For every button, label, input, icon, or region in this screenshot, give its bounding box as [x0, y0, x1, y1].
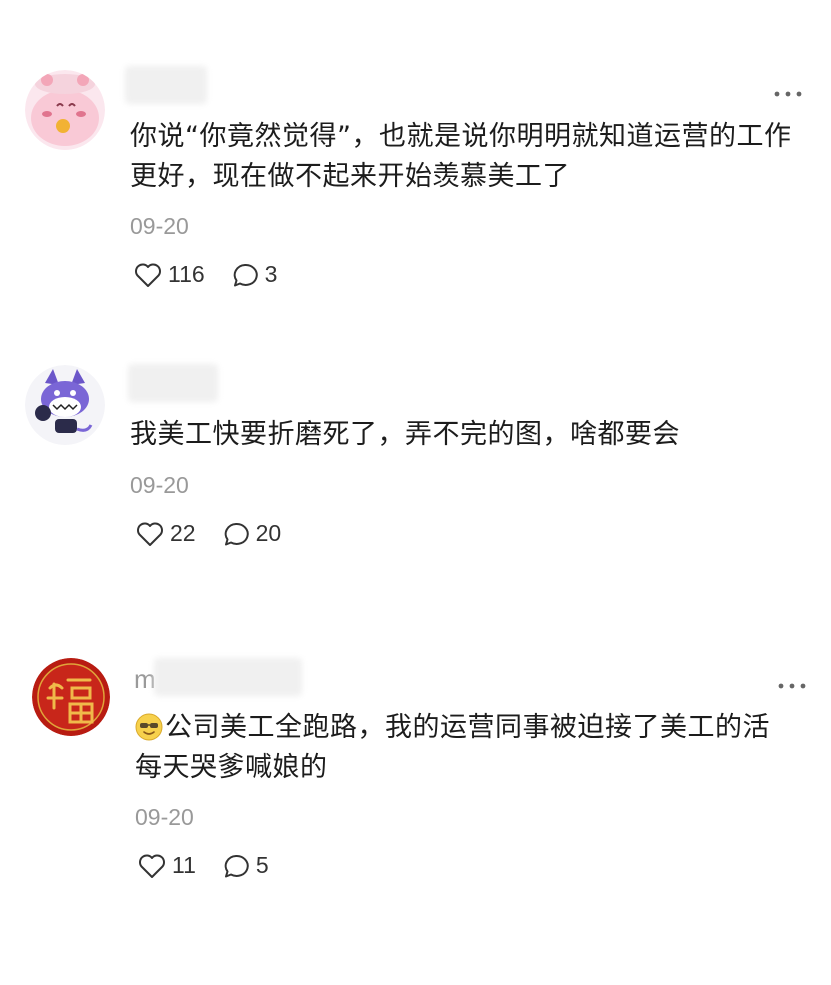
comment-text: 我美工快要折磨死了，弄不完的图，啥都要会	[130, 415, 680, 455]
like-button[interactable]: 11	[138, 852, 196, 879]
reply-count: 5	[255, 852, 269, 878]
red-fu-character-avatar-icon	[32, 658, 110, 736]
avatar[interactable]	[32, 658, 110, 736]
like-count: 11	[172, 852, 196, 878]
comment-text-line: 公司美工全跑路，我的运营同事被迫接了美工的活	[135, 708, 770, 748]
comment-item: 你说“你竟然觉得”，也就是说你明明就知道运营的工作 更好，现在做不起来开始羡慕美…	[0, 0, 831, 320]
reply-count: 20	[255, 520, 282, 546]
username-blurred[interactable]	[128, 364, 218, 402]
comment-text-line: 更好，现在做不起来开始羡慕美工了	[130, 161, 570, 192]
comment-date: 09-20	[130, 472, 189, 498]
pink-cartoon-avatar-icon	[25, 70, 105, 150]
username-blurred[interactable]	[154, 658, 302, 696]
more-dots-icon[interactable]	[777, 676, 807, 689]
reply-button[interactable]: 20	[222, 520, 282, 547]
comment-text-segment: 公司美工全跑路，我的运营同事被迫接了美工的活	[165, 712, 770, 743]
speech-bubble-icon	[224, 522, 249, 545]
comment-date: 09-20	[130, 213, 189, 239]
like-button[interactable]: 116	[134, 261, 205, 288]
comment-item: 我美工快要折磨死了，弄不完的图，啥都要会 09-20 22 20	[0, 320, 831, 620]
purple-cat-cartoon-avatar-icon	[25, 365, 105, 445]
comment-text-line: 每天哭爹喊娘的	[135, 752, 328, 783]
comment-date: 09-20	[135, 804, 194, 830]
like-button[interactable]: 22	[136, 520, 196, 547]
comment-actions: 22 20	[136, 520, 281, 547]
heart-outline-icon	[135, 263, 161, 287]
comment-actions: 11 5	[138, 852, 269, 879]
comment-text: 公司美工全跑路，我的运营同事被迫接了美工的活 每天哭爹喊娘的	[135, 708, 770, 788]
speech-bubble-icon	[224, 854, 249, 877]
comment-text-line: 我美工快要折磨死了，弄不完的图，啥都要会	[130, 419, 680, 450]
heart-outline-icon	[137, 522, 163, 546]
reply-button[interactable]: 5	[222, 852, 269, 879]
username-blurred[interactable]	[125, 66, 207, 104]
comment-text-line: 你说“你竟然觉得”，也就是说你明明就知道运营的工作	[130, 121, 792, 152]
like-count: 116	[168, 261, 205, 287]
comment-text: 你说“你竟然觉得”，也就是说你明明就知道运营的工作 更好，现在做不起来开始羡慕美…	[130, 117, 791, 197]
username-prefix[interactable]: m	[134, 664, 156, 695]
comment-actions: 116 3	[134, 261, 277, 288]
speech-bubble-icon	[233, 263, 258, 286]
comment-item: m 公司美工全跑路，我的运营同事被迫接了美工的活 每天哭爹喊娘的 09-20 1…	[0, 620, 831, 985]
avatar[interactable]	[25, 365, 105, 445]
like-count: 22	[170, 520, 196, 546]
reply-count: 3	[264, 261, 278, 287]
heart-outline-icon	[139, 854, 165, 878]
reply-button[interactable]: 3	[231, 261, 278, 288]
smiling-sunglasses-emoji-icon	[135, 713, 163, 741]
more-dots-icon[interactable]	[773, 84, 803, 97]
avatar[interactable]	[25, 70, 105, 150]
